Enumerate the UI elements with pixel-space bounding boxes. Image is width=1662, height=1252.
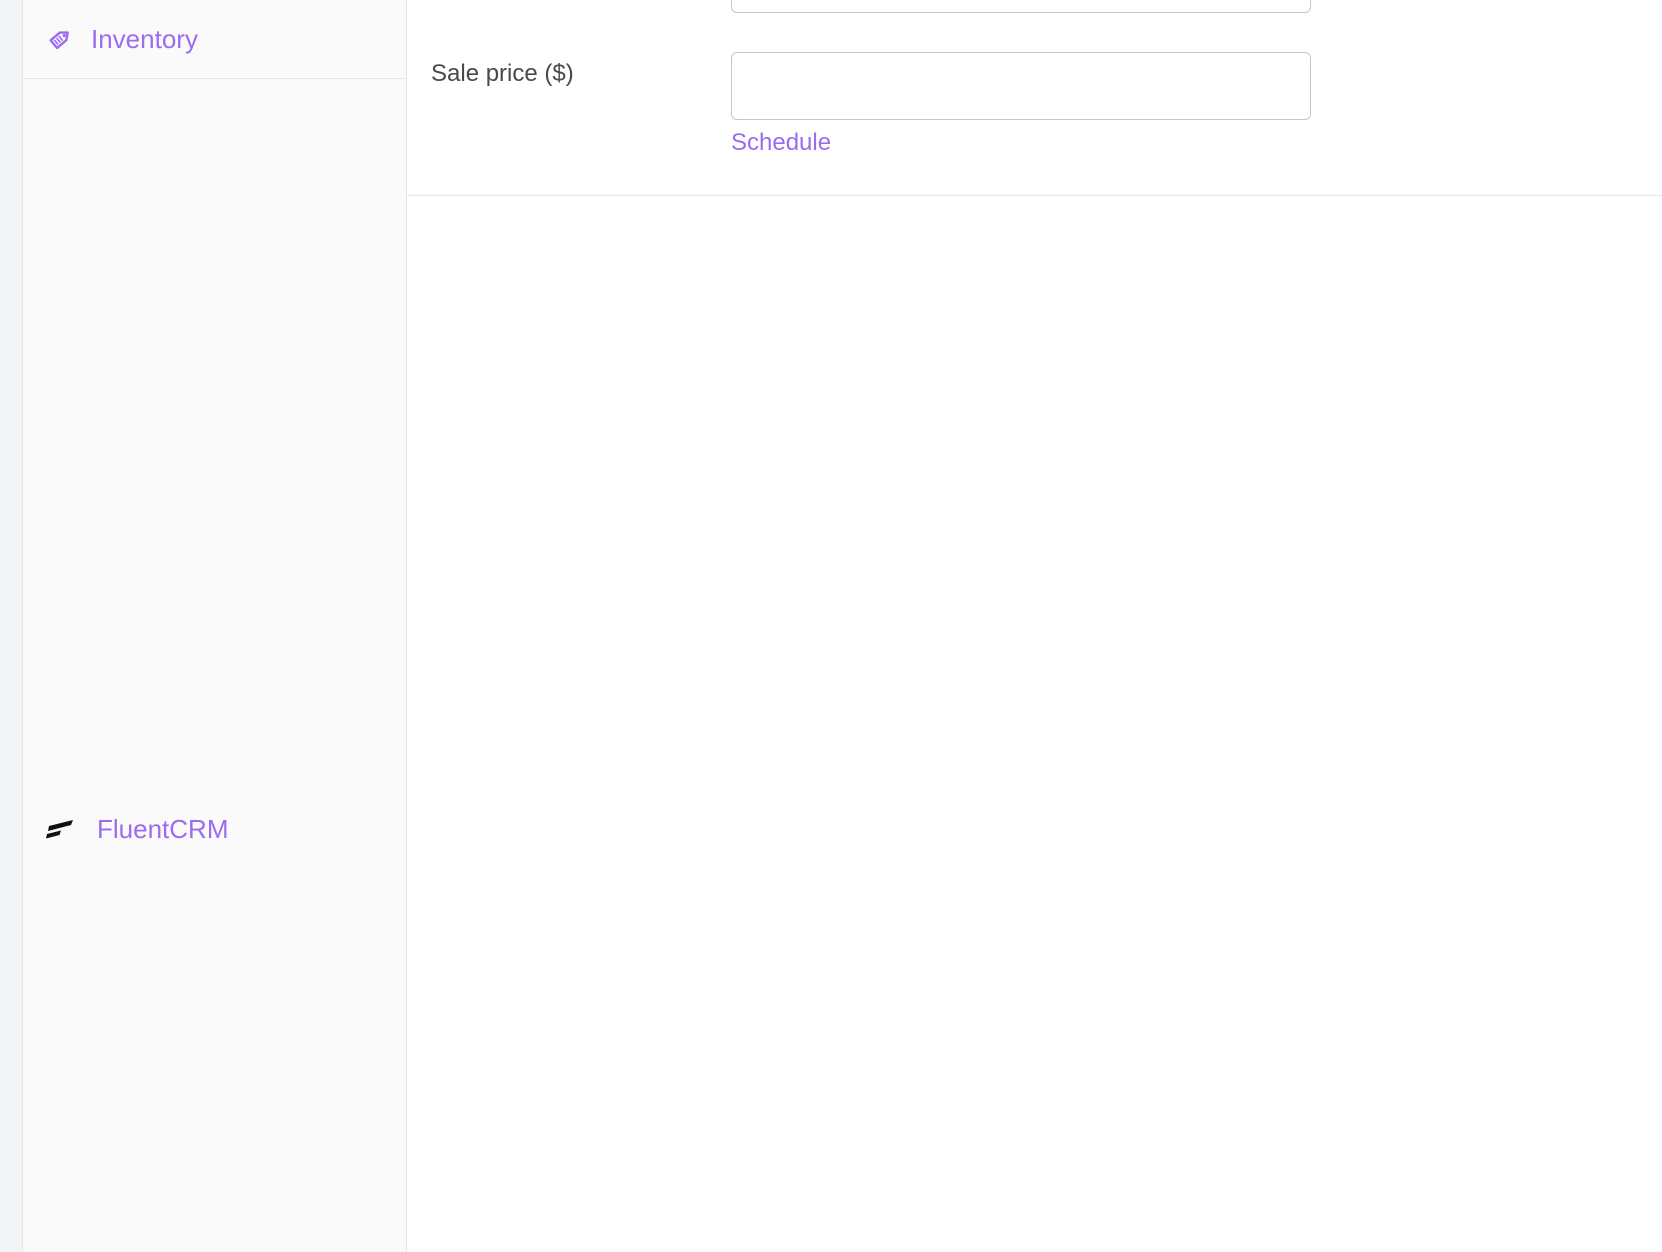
product-data-screen: Inventory FluentCRM Sale price ($) Sched… bbox=[0, 0, 1662, 1252]
tab-inventory[interactable]: Inventory bbox=[23, 0, 406, 79]
tab-fluentcrm[interactable]: FluentCRM bbox=[23, 790, 406, 868]
schedule-link[interactable]: Schedule bbox=[731, 131, 831, 155]
regular-price-input[interactable] bbox=[731, 0, 1311, 13]
tab-fluentcrm-label: FluentCRM bbox=[97, 814, 229, 844]
sale-price-input[interactable] bbox=[731, 52, 1311, 120]
pricing-section: Sale price ($) Schedule bbox=[407, 0, 1662, 196]
product-data-panel: Sale price ($) Schedule bbox=[407, 0, 1662, 1252]
price-tag-icon bbox=[45, 24, 75, 54]
product-data-tabs: Inventory FluentCRM bbox=[23, 0, 407, 1252]
tab-inventory-label: Inventory bbox=[91, 24, 198, 54]
sale-price-label: Sale price ($) bbox=[431, 60, 574, 87]
fluentcrm-logo-icon bbox=[45, 814, 75, 844]
admin-menu-rail bbox=[0, 0, 23, 1252]
